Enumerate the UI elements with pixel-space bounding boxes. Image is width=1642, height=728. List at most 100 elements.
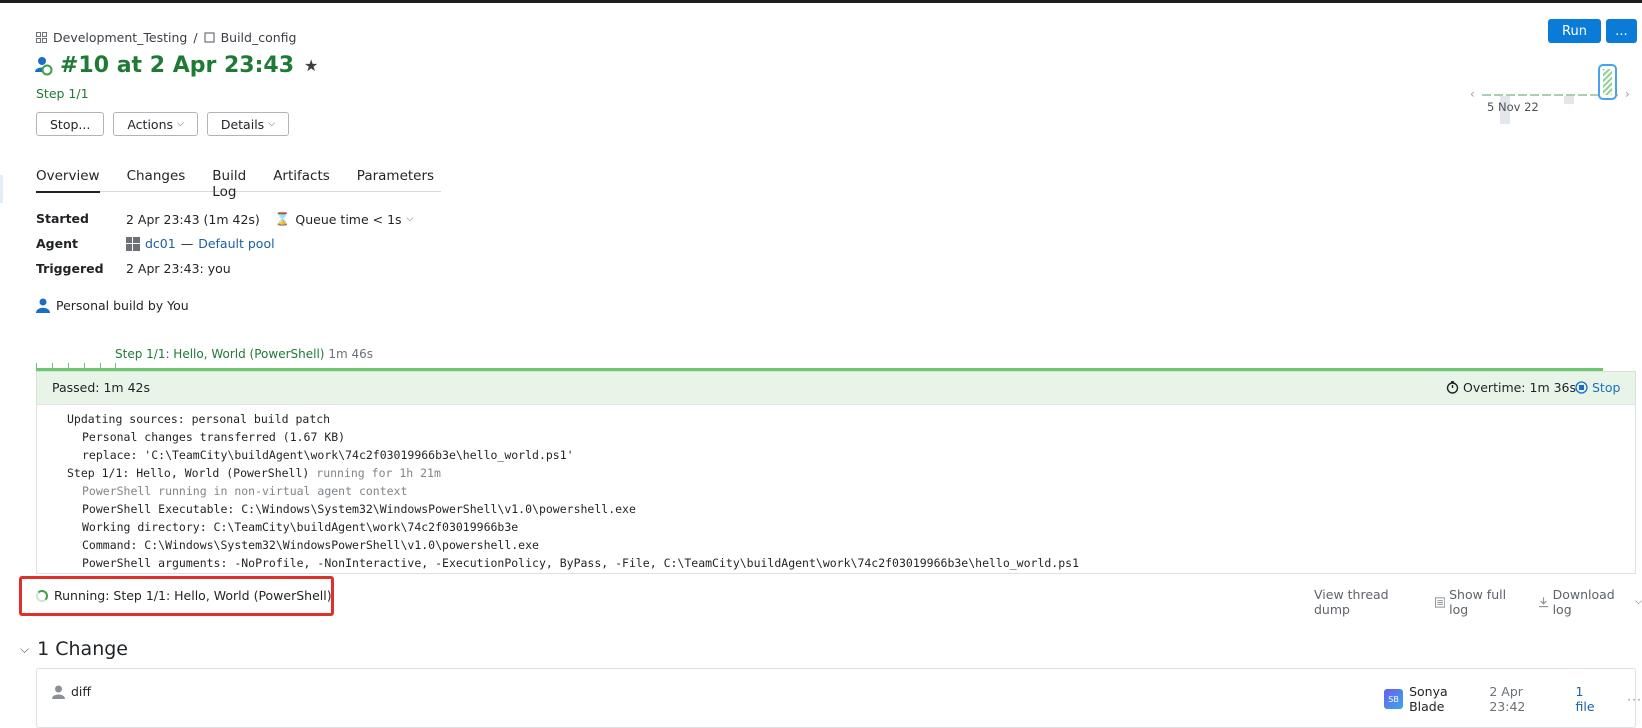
personal-build-note: Personal build by You — [36, 298, 189, 313]
started-value: 2 Apr 23:43 (1m 42s) — [126, 211, 260, 227]
windows-icon — [126, 236, 140, 251]
spinner-icon — [36, 589, 48, 602]
queue-time-toggle[interactable]: Queue time < 1s — [295, 212, 401, 227]
chevron-down-icon[interactable]: ⌵ — [20, 642, 29, 657]
chevron-down-icon: ⌵ — [1635, 597, 1642, 607]
change-title[interactable]: diff — [71, 684, 91, 699]
more-options-icon[interactable]: ··· — [1627, 692, 1642, 707]
stop-link[interactable]: Stop — [1575, 380, 1620, 395]
view-thread-dump-link[interactable]: View thread dump — [1314, 587, 1421, 617]
actions-button-label: Actions — [127, 116, 174, 132]
user-icon — [36, 298, 50, 313]
log-line: Working directory: C:\TeamCity\buildAgen… — [37, 518, 1635, 536]
tab-parameters[interactable]: Parameters — [357, 162, 434, 192]
build-config-icon — [203, 32, 215, 43]
page-title: #10 at 2 Apr 23:43 — [60, 53, 295, 78]
progress-tick — [68, 363, 69, 369]
history-next-icon: › — [1625, 87, 1630, 101]
tab-artifacts[interactable]: Artifacts — [273, 162, 330, 192]
passed-text: Passed: 1m 42s — [52, 380, 150, 395]
tab-overview[interactable]: Overview — [36, 162, 100, 193]
progress-tick — [36, 363, 37, 369]
log-line-text: replace: 'C:\TeamCity\buildAgent\work\74… — [82, 448, 574, 462]
change-author[interactable]: Sonya Blade — [1409, 684, 1483, 714]
agent-value-row: dc01 — Default pool — [126, 236, 275, 251]
details-button[interactable]: Details ⌵ — [206, 112, 290, 136]
log-line: PowerShell Executable: C:\Windows\System… — [37, 500, 1635, 518]
breadcrumb-separator: / — [193, 30, 198, 45]
breadcrumb-project[interactable]: Development_Testing — [53, 30, 187, 45]
started-value-row: 2 Apr 23:43 (1m 42s) ⌛ Queue time < 1s ⌵ — [126, 211, 413, 227]
change-time: 2 Apr 23:42 — [1489, 684, 1526, 714]
log-line-text: Updating sources: personal build patch — [67, 412, 331, 426]
change-files-link[interactable]: 1 file — [1576, 684, 1606, 714]
triggered-value: 2 Apr 23:43: you — [126, 261, 231, 276]
changes-title: 1 Change — [37, 638, 128, 660]
log-line-text: PowerShell arguments: -NoProfile, -NonIn… — [82, 556, 1079, 570]
log-line: Personal changes transferred (1.67 KB) — [37, 428, 1635, 446]
step-name: Step 1/1: Hello, World (PowerShell) — [115, 347, 325, 361]
tab-changes[interactable]: Changes — [127, 162, 186, 192]
download-log-label: Download log — [1552, 587, 1615, 617]
log-icon — [1434, 596, 1446, 608]
chevron-down-icon: ⌵ — [177, 119, 184, 129]
triggered-label: Triggered — [36, 261, 104, 276]
breadcrumb-config[interactable]: Build_config — [221, 30, 297, 45]
log-running-duration: running for 1h 21m — [316, 466, 441, 480]
running-status-text: Running: Step 1/1: Hello, World (PowerSh… — [54, 588, 332, 603]
run-button[interactable]: Run — [1548, 19, 1601, 43]
stop-button[interactable]: Stop... — [36, 112, 105, 136]
personal-build-icon — [35, 56, 53, 75]
log-line-text: Command: C:\Windows\System32\WindowsPowe… — [82, 538, 539, 552]
progress-tick — [115, 363, 116, 369]
change-meta: SB Sonya Blade 2 Apr 23:42 1 file ··· — [1384, 684, 1642, 714]
stop-icon — [1575, 381, 1588, 394]
build-step-indicator: Step 1/1 — [36, 86, 89, 101]
log-line-text: PowerShell running in non-virtual agent … — [82, 484, 408, 498]
tab-build-log[interactable]: Build Log — [212, 162, 246, 200]
project-icon — [36, 32, 47, 43]
build-history-chart[interactable]: ‹ › — [1468, 62, 1638, 132]
log-line-text: PowerShell Executable: C:\Windows\System… — [82, 502, 636, 516]
sidebar-edge — [0, 175, 3, 203]
log-line: Step 1/1: Hello, World (PowerShell) runn… — [37, 464, 1635, 482]
chevron-down-icon[interactable]: ⌵ — [407, 214, 414, 224]
run-more-button[interactable]: ... — [1606, 19, 1637, 43]
log-line-text: Working directory: C:\TeamCity\buildAgen… — [82, 520, 519, 534]
progress-tick — [84, 363, 85, 369]
log-line: Command: C:\Windows\System32\WindowsPowe… — [37, 536, 1635, 554]
log-line: PowerShell running in non-virtual agent … — [37, 482, 1635, 500]
agent-link[interactable]: dc01 — [145, 236, 176, 251]
history-date-label: 5 Nov 22 — [1487, 100, 1539, 114]
running-status: Running: Step 1/1: Hello, World (PowerSh… — [36, 588, 332, 603]
chevron-down-icon: ⌵ — [268, 119, 276, 129]
history-bar — [1564, 96, 1574, 104]
changes-header[interactable]: ⌵ 1 Change — [20, 638, 128, 660]
top-bar — [0, 0, 1642, 3]
step-duration: 1m 46s — [328, 347, 373, 361]
agent-pool-link[interactable]: Default pool — [198, 236, 274, 251]
build-tabs: Overview Changes Build Log Artifacts Par… — [36, 162, 441, 200]
agent-dash: — — [180, 236, 194, 251]
started-label: Started — [36, 211, 89, 226]
log-actions: View thread dump Show full log Download … — [1314, 587, 1642, 617]
log-line-text: Personal changes transferred (1.67 KB) — [82, 430, 346, 444]
stop-link-label: Stop — [1592, 380, 1621, 395]
log-line: Updating sources: personal build patch — [37, 410, 1635, 428]
avatar: SB — [1384, 689, 1404, 709]
details-button-label: Details — [220, 116, 265, 132]
overtime: Overtime: 1m 36s — [1446, 380, 1576, 395]
actions-button[interactable]: Actions ⌵ — [113, 112, 198, 136]
stopwatch-icon — [1446, 381, 1459, 394]
title-row: #10 at 2 Apr 23:43 ★ — [34, 53, 318, 78]
passed-bar — [36, 371, 1636, 404]
agent-label: Agent — [36, 236, 78, 251]
progress-tick — [52, 363, 53, 369]
show-full-log-link[interactable]: Show full log — [1434, 587, 1524, 617]
hourglass-icon: ⌛ — [274, 211, 291, 226]
star-icon[interactable]: ★ — [304, 56, 318, 75]
log-line: replace: 'C:\TeamCity\buildAgent\work\74… — [37, 446, 1635, 464]
change-item[interactable]: diff — [52, 684, 91, 699]
build-log[interactable]: Updating sources: personal build patch P… — [36, 404, 1636, 574]
download-log-link[interactable]: Download log ⌵ — [1538, 587, 1642, 617]
